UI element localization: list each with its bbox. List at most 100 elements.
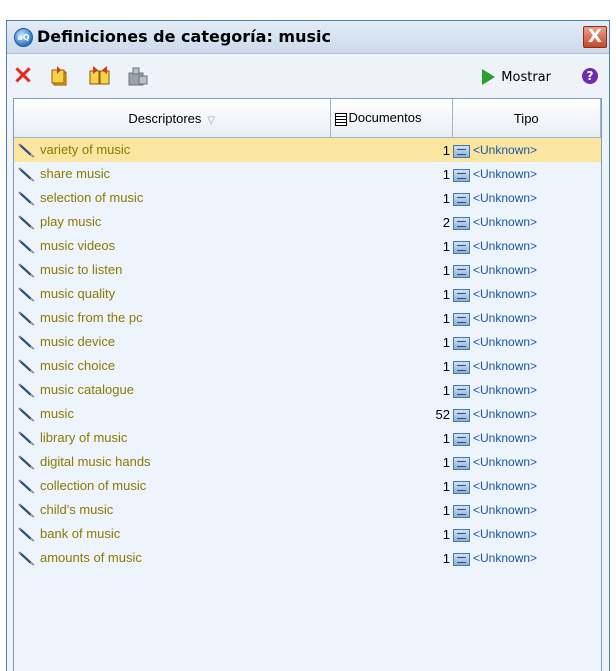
type-cell[interactable]: <Unknown> xyxy=(452,474,601,498)
table-row[interactable]: music device 1 <Unknown> xyxy=(14,330,601,354)
title-bar: aQ Definiciones de categoría: music X xyxy=(7,21,609,54)
column-header-documents-label: Documentos xyxy=(348,110,422,126)
column-header-type[interactable]: Tipo xyxy=(452,99,601,138)
table-row[interactable]: bank of music 1 <Unknown> xyxy=(14,522,601,546)
table-row[interactable]: child's music 1 <Unknown> xyxy=(14,498,601,522)
table-row[interactable]: music 52 <Unknown> xyxy=(14,402,601,426)
table-row[interactable]: music catalogue 1 <Unknown> xyxy=(14,378,601,402)
table-row[interactable]: collection of music 1 <Unknown> xyxy=(14,474,601,498)
toolbar: × Mostrar ? xyxy=(7,54,609,98)
type-label: <Unknown> xyxy=(473,215,538,230)
descriptor-cell[interactable]: selection of music xyxy=(14,186,330,210)
descriptor-cell[interactable]: share music xyxy=(14,162,330,186)
table-row[interactable]: library of music 1 <Unknown> xyxy=(14,426,601,450)
show-button[interactable]: Mostrar xyxy=(482,67,551,87)
type-icon xyxy=(453,384,470,398)
type-cell[interactable]: <Unknown> xyxy=(452,330,601,354)
type-icon xyxy=(453,552,470,566)
pencil-icon xyxy=(18,310,36,326)
descriptor-cell[interactable]: library of music xyxy=(14,426,330,450)
descriptor-cell[interactable]: music xyxy=(14,402,330,426)
descriptor-cell[interactable]: music from the pc xyxy=(14,306,330,330)
type-cell[interactable]: <Unknown> xyxy=(452,282,601,306)
type-label: <Unknown> xyxy=(473,239,538,254)
descriptor-cell[interactable]: amounts of music xyxy=(14,546,330,570)
table-row[interactable]: selection of music 1 <Unknown> xyxy=(14,186,601,210)
descriptor-cell[interactable]: music quality xyxy=(14,282,330,306)
type-label: <Unknown> xyxy=(473,503,538,518)
descriptor-label: collection of music xyxy=(40,477,147,493)
descriptor-cell[interactable]: bank of music xyxy=(14,522,330,546)
column-header-type-label: Tipo xyxy=(513,110,539,126)
type-cell[interactable]: <Unknown> xyxy=(452,186,601,210)
type-cell[interactable]: <Unknown> xyxy=(452,378,601,402)
play-icon xyxy=(482,69,496,85)
type-icon xyxy=(453,168,470,182)
descriptor-cell[interactable]: digital music hands xyxy=(14,450,330,474)
descriptor-label: digital music hands xyxy=(40,453,151,469)
type-cell[interactable]: <Unknown> xyxy=(452,402,601,426)
type-cell[interactable]: <Unknown> xyxy=(452,522,601,546)
table-row[interactable]: music from the pc 1 <Unknown> xyxy=(14,306,601,330)
table-row[interactable]: music choice 1 <Unknown> xyxy=(14,354,601,378)
close-button[interactable]: X xyxy=(583,26,607,48)
type-icon xyxy=(453,336,470,350)
type-icon xyxy=(453,528,470,542)
type-label: <Unknown> xyxy=(473,167,538,182)
table-row[interactable]: music quality 1 <Unknown> xyxy=(14,282,601,306)
document-count: 1 xyxy=(442,526,450,542)
disabled-action-icon[interactable] xyxy=(125,64,149,88)
type-cell[interactable]: <Unknown> xyxy=(452,210,601,234)
descriptor-cell[interactable]: music videos xyxy=(14,234,330,258)
document-count: 1 xyxy=(442,502,450,518)
descriptor-cell[interactable]: variety of music xyxy=(14,137,330,162)
type-label: <Unknown> xyxy=(473,143,538,158)
table-row[interactable]: share music 1 <Unknown> xyxy=(14,162,601,186)
table-row[interactable]: amounts of music 1 <Unknown> xyxy=(14,546,601,570)
descriptor-label: music xyxy=(40,405,74,421)
document-count: 1 xyxy=(442,478,450,494)
descriptor-label: amounts of music xyxy=(40,549,142,565)
type-cell[interactable]: <Unknown> xyxy=(452,162,601,186)
type-cell[interactable]: <Unknown> xyxy=(452,258,601,282)
column-header-descriptors[interactable]: Descriptores ▽ xyxy=(14,99,331,138)
table-row[interactable]: music to listen 1 <Unknown> xyxy=(14,258,601,282)
move-descriptor-icon[interactable] xyxy=(47,64,71,88)
merge-descriptors-icon[interactable] xyxy=(87,64,111,88)
table-row[interactable]: music videos 1 <Unknown> xyxy=(14,234,601,258)
type-cell[interactable]: <Unknown> xyxy=(452,306,601,330)
type-icon xyxy=(453,432,470,446)
descriptor-label: share music xyxy=(40,165,111,181)
pencil-icon xyxy=(18,478,36,494)
column-header-documents[interactable]: Documentos xyxy=(330,99,453,138)
help-icon[interactable]: ? xyxy=(582,68,598,84)
descriptor-cell[interactable]: child's music xyxy=(14,498,330,522)
type-cell[interactable]: <Unknown> xyxy=(452,354,601,378)
pencil-icon xyxy=(18,286,36,302)
table-row[interactable]: digital music hands 1 <Unknown> xyxy=(14,450,601,474)
document-count: 1 xyxy=(442,286,450,302)
type-cell[interactable]: <Unknown> xyxy=(452,137,601,162)
type-icon xyxy=(453,480,470,494)
table-row[interactable]: play music 2 <Unknown> xyxy=(14,210,601,234)
type-cell[interactable]: <Unknown> xyxy=(452,234,601,258)
descriptor-cell[interactable]: music catalogue xyxy=(14,378,330,402)
descriptor-cell[interactable]: music device xyxy=(14,330,330,354)
descriptor-cell[interactable]: music choice xyxy=(14,354,330,378)
type-cell[interactable]: <Unknown> xyxy=(452,426,601,450)
table-row[interactable]: variety of music 1 <Unknown> xyxy=(14,137,601,162)
type-icon xyxy=(453,240,470,254)
descriptor-label: music device xyxy=(40,333,116,349)
descriptor-label: music videos xyxy=(40,237,116,253)
type-cell[interactable]: <Unknown> xyxy=(452,546,601,570)
descriptor-cell[interactable]: play music xyxy=(14,210,330,234)
descriptor-cell[interactable]: music to listen xyxy=(14,258,330,282)
pencil-icon xyxy=(18,214,36,230)
type-cell[interactable]: <Unknown> xyxy=(452,498,601,522)
document-count: 1 xyxy=(442,550,450,566)
descriptor-label: child's music xyxy=(40,501,114,517)
document-icon xyxy=(334,112,347,126)
type-cell[interactable]: <Unknown> xyxy=(452,450,601,474)
delete-icon[interactable]: × xyxy=(11,62,35,88)
descriptor-cell[interactable]: collection of music xyxy=(14,474,330,498)
